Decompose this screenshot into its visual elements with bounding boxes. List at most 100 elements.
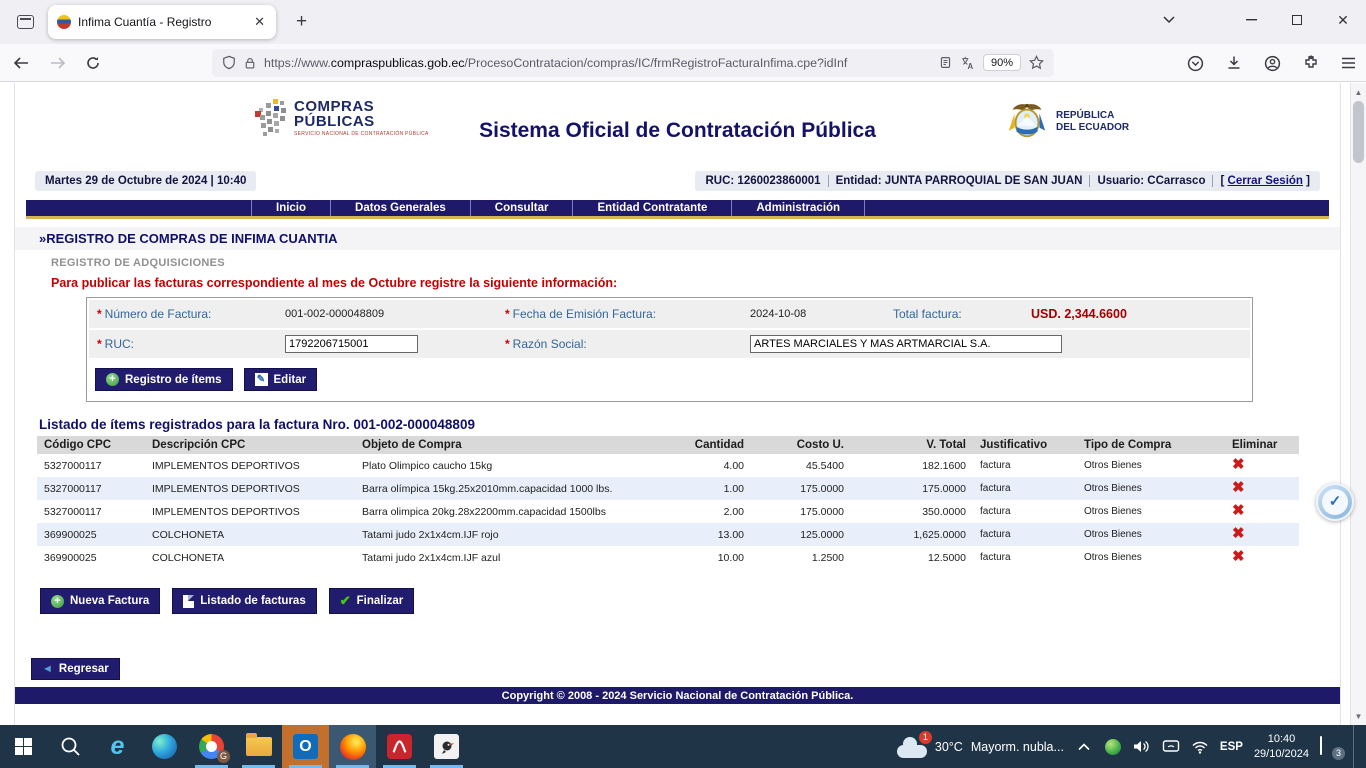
toolbar-right-icons	[1187, 44, 1356, 82]
firefox-view-button[interactable]	[10, 8, 40, 36]
regresar-button[interactable]: ◄Regresar	[31, 658, 120, 680]
internet-explorer-button[interactable]: e	[94, 725, 141, 768]
listado-facturas-button[interactable]: Listado de facturas	[172, 588, 316, 614]
ruc-input[interactable]	[285, 335, 418, 353]
minimize-button[interactable]	[1228, 0, 1274, 40]
razon-social-label: *Razón Social:	[497, 337, 750, 351]
table-cell: Tatami judo 2x1x4cm.IJF azul	[355, 546, 667, 569]
gov-logo-line2: DEL ECUADOR	[1056, 122, 1129, 135]
delete-item-icon[interactable]: ✖	[1232, 456, 1245, 473]
site-header: COMPRAS PÚBLICAS SERVICIO NACIONAL DE CO…	[15, 83, 1340, 169]
translate-icon[interactable]: A	[960, 56, 975, 70]
check-icon: ✔	[340, 593, 351, 609]
delete-item-icon[interactable]: ✖	[1232, 548, 1245, 565]
acrobat-icon	[387, 734, 412, 759]
weather-badge: 1	[919, 731, 932, 744]
back-button[interactable]	[6, 49, 36, 77]
table-row: 5327000117IMPLEMENTOS DEPORTIVOSBarra ol…	[37, 500, 1299, 523]
restore-button[interactable]	[1274, 0, 1320, 40]
table-cell: factura	[973, 523, 1077, 546]
nav-item-administración[interactable]: Administración	[731, 200, 865, 216]
tab-close-icon[interactable]: ✕	[252, 14, 267, 30]
nav-item-inicio[interactable]: Inicio	[251, 200, 330, 216]
table-cell: 4.00	[667, 454, 751, 477]
finalizar-button[interactable]: ✔Finalizar	[329, 588, 415, 614]
table-cell: 125.0000	[751, 523, 851, 546]
clock-date: 29/10/2024	[1254, 748, 1309, 760]
scrollbar-thumb[interactable]	[1353, 101, 1364, 163]
delete-item-icon[interactable]: ✖	[1232, 502, 1245, 519]
outlook-button[interactable]: O	[282, 725, 329, 768]
list-tabs-button[interactable]	[1146, 0, 1192, 40]
datetime-bar: Martes 29 de Octubre de 2024 | 10:40	[35, 171, 256, 191]
table-cell: IMPLEMENTOS DEPORTIVOS	[145, 500, 355, 523]
reader-view-icon[interactable]	[939, 55, 952, 70]
volume-icon[interactable]	[1133, 738, 1151, 756]
delete-item-icon[interactable]: ✖	[1232, 525, 1245, 542]
table-cell: Barra olímpica 15kg.25x2010mm.capacidad …	[355, 477, 667, 500]
acrobat-button[interactable]	[376, 725, 423, 768]
start-button[interactable]	[0, 725, 47, 768]
fecha-emision-label: *Fecha de Emisión Factura:	[497, 307, 750, 321]
bird-app-button[interactable]	[423, 725, 470, 768]
table-cell: 5327000117	[37, 454, 145, 477]
firefox-button[interactable]	[329, 725, 376, 768]
taskbar-search-button[interactable]	[47, 725, 94, 768]
weather-desc: Mayorm. nubla...	[971, 740, 1064, 754]
bookmark-star-icon[interactable]	[1029, 55, 1044, 70]
show-desktop-button[interactable]	[1353, 725, 1358, 768]
scroll-up-arrow[interactable]: ▲	[1351, 85, 1366, 99]
page-scrollbar[interactable]: ▲ ▼	[1350, 83, 1366, 725]
file-explorer-button[interactable]	[235, 725, 282, 768]
nav-item-datos-generales[interactable]: Datos Generales	[330, 200, 470, 216]
lock-icon	[244, 56, 256, 70]
new-tab-button[interactable]: +	[288, 9, 315, 35]
table-row: 369900025COLCHONETATatami judo 2x1x4cm.I…	[37, 523, 1299, 546]
chrome-button[interactable]	[188, 725, 235, 768]
display-cast-icon[interactable]	[1162, 738, 1180, 756]
wifi-icon[interactable]	[1191, 738, 1209, 756]
table-cell: factura	[973, 454, 1077, 477]
session-bar: RUC: 1260023860001 Entidad: JUNTA PARROQ…	[695, 171, 1320, 191]
logout-link[interactable]: Cerrar Sesión	[1228, 175, 1303, 187]
edge-button[interactable]	[141, 725, 188, 768]
file-explorer-icon	[246, 737, 272, 756]
notification-center-button[interactable]: 3	[1320, 737, 1342, 757]
close-window-button[interactable]: ✕	[1320, 0, 1366, 40]
floating-assistant-widget[interactable]: ✓	[1316, 483, 1354, 521]
forward-button[interactable]	[42, 49, 72, 77]
pocket-icon[interactable]	[1187, 55, 1204, 72]
reload-button[interactable]	[78, 49, 108, 77]
url-bar[interactable]: https://www.compraspublicas.gob.ec/Proce…	[212, 49, 1054, 77]
page-content: COMPRAS PÚBLICAS SERVICIO NACIONAL DE CO…	[14, 83, 1341, 725]
nav-item-consultar[interactable]: Consultar	[470, 200, 573, 216]
table-row: 5327000117IMPLEMENTOS DEPORTIVOSBarra ol…	[37, 477, 1299, 500]
downloads-icon[interactable]	[1226, 55, 1242, 71]
form-row-2: *RUC: *Razón Social:	[89, 330, 1250, 358]
breadcrumb: »REGISTRO DE COMPRAS DE INFIMA CUANTIA	[15, 227, 1340, 250]
language-indicator[interactable]: ESP	[1220, 741, 1243, 753]
tray-chevron-icon[interactable]	[1075, 738, 1093, 756]
extensions-icon[interactable]	[1303, 55, 1319, 71]
zoom-level-indicator[interactable]: 90%	[983, 54, 1021, 71]
section-subtitle: REGISTRO DE ADQUISICIONES	[51, 257, 1340, 269]
items-list-title: Listado de ítems registrados para la fac…	[39, 417, 1340, 432]
razon-social-input[interactable]	[750, 335, 1062, 353]
delete-item-icon[interactable]: ✖	[1232, 479, 1245, 496]
nueva-factura-button[interactable]: +Nueva Factura	[40, 588, 160, 614]
weather-widget[interactable]: 1 30°C Mayorm. nubla...	[897, 736, 1064, 758]
nav-item-entidad-contratante[interactable]: Entidad Contratante	[572, 200, 731, 216]
outlook-icon: O	[293, 734, 318, 759]
bottom-actions: +Nueva Factura Listado de facturas ✔Fina…	[40, 588, 1340, 614]
registro-items-button[interactable]: +Registro de ítems	[95, 368, 233, 391]
menu-hamburger-icon[interactable]	[1341, 57, 1356, 69]
antivirus-icon[interactable]	[1104, 738, 1122, 756]
shield-icon	[222, 55, 236, 70]
taskbar-clock[interactable]: 10:4029/10/2024	[1254, 732, 1309, 761]
editar-button[interactable]: ✎Editar	[244, 368, 318, 391]
scroll-down-arrow[interactable]: ▼	[1351, 709, 1366, 723]
separator	[828, 175, 829, 187]
account-icon[interactable]	[1264, 55, 1281, 72]
browser-tab[interactable]: Infima Cuantía - Registro ✕	[48, 5, 276, 39]
total-factura-value: USD. 2,344.6600	[1031, 307, 1250, 321]
